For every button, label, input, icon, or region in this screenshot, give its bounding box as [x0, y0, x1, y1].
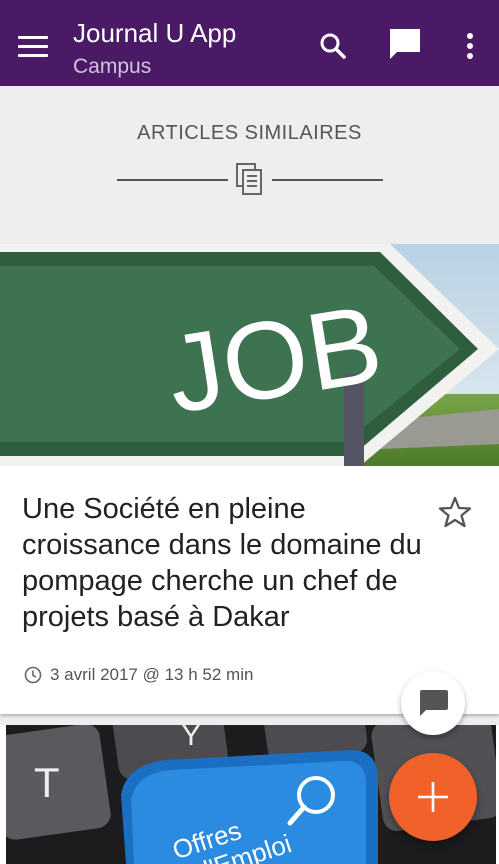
plus-icon	[418, 782, 448, 812]
app-title: Journal U App	[73, 18, 237, 48]
chat-icon[interactable]	[387, 26, 423, 62]
clock-icon	[24, 666, 42, 684]
article-image[interactable]: JOB	[0, 244, 499, 466]
article-date-row: 3 avril 2017 @ 13 h 52 min	[24, 665, 253, 685]
comment-icon	[420, 690, 448, 716]
similar-articles-header: ARTICLES SIMILAIRES	[0, 86, 499, 244]
app-bar: Journal U App Campus	[0, 0, 499, 86]
star-outline-icon[interactable]	[438, 495, 472, 534]
app-subtitle: Campus	[73, 55, 152, 78]
documents-icon	[235, 162, 265, 201]
comment-fab[interactable]	[401, 671, 465, 735]
more-vert-icon[interactable]	[452, 28, 488, 64]
divider-right	[272, 179, 383, 181]
key-letter-t: T	[34, 759, 60, 806]
similar-articles-label: ARTICLES SIMILAIRES	[137, 122, 362, 144]
article-date: 3 avril 2017 @ 13 h 52 min	[50, 665, 254, 684]
add-fab[interactable]	[389, 753, 477, 841]
key-letter-y: Y	[181, 725, 201, 752]
article-title[interactable]: Une Société en pleine croissance dans le…	[22, 491, 422, 635]
article-card[interactable]: JOB Une Société en pleine croissance dan…	[0, 244, 499, 714]
search-icon[interactable]	[315, 28, 351, 64]
menu-icon[interactable]	[18, 36, 48, 58]
divider-left	[117, 179, 228, 181]
